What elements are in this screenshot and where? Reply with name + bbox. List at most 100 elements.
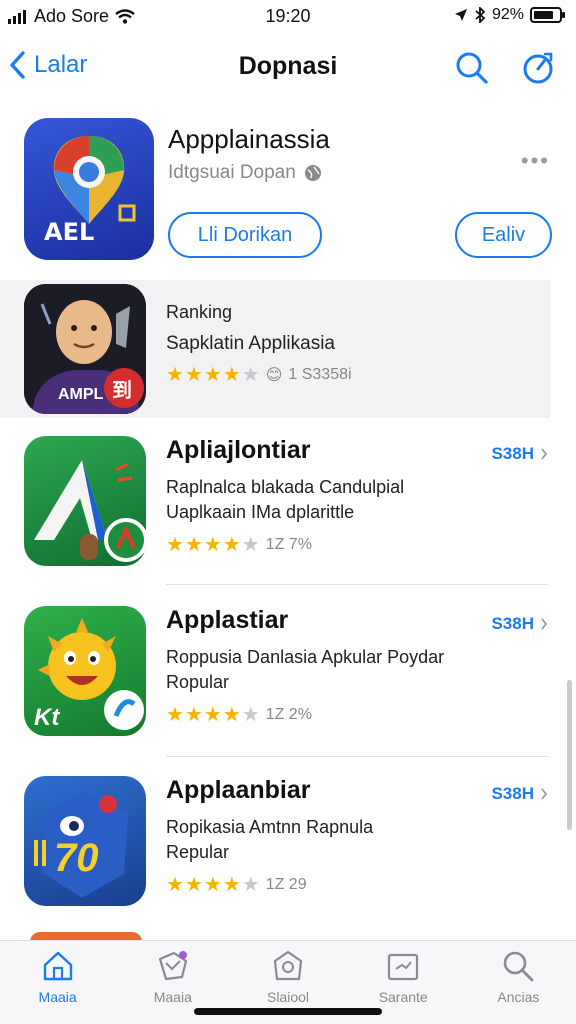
- app-desc-line1: Ropikasia Amtnn Rapnula: [166, 817, 374, 837]
- ranking-text: Ranking Sapklatin Applikasia ★ ★ ★ ★ ★ 😊 1 S…: [166, 302, 352, 385]
- home-indicator: [194, 1008, 382, 1015]
- get-button[interactable]: S38H: [491, 444, 548, 464]
- app-description: Ropikasia Amtnn Rapnula Repular: [166, 815, 373, 865]
- app-rating-text: 1Z 2%: [265, 706, 312, 723]
- star-rating: ★ ★ ★ ★ ★: [166, 535, 260, 555]
- ranking-icon-text: AMPL: [58, 386, 104, 403]
- star-empty-icon: ★: [241, 704, 260, 726]
- get-label: S38H: [491, 444, 534, 463]
- app-row[interactable]: Apliajlontiar Raplnalca blakada Candulpi…: [0, 432, 576, 585]
- app-desc-line2: Repular: [166, 842, 230, 862]
- ranking-rating-text: 1 S3358i: [288, 366, 352, 383]
- search-button[interactable]: [452, 48, 492, 88]
- row-divider: [166, 756, 548, 757]
- nav-bar: Lalar Dopnasi: [0, 40, 576, 96]
- app-rating: ★ ★ ★ ★ ★ 1Z 7%: [166, 535, 404, 555]
- star-filled-icon: ★: [184, 704, 203, 726]
- row-divider: [166, 584, 548, 585]
- nav-actions: [452, 48, 558, 88]
- star-filled-icon: ★: [184, 874, 203, 896]
- tab-label: Maaia: [153, 989, 192, 1005]
- app-row[interactable]: 70 Applaanbiar Ropikasia Amtnn Rapnula R…: [0, 772, 576, 922]
- status-right: 92%: [454, 6, 565, 24]
- ranking-label: Ranking: [166, 302, 233, 322]
- star-rating: ★ ★ ★ ★ ★: [166, 875, 260, 895]
- featured-app: AEL Appplainassia Idtgsuai Dopan ••• Lli…: [0, 112, 576, 272]
- tab-label: Slaiool: [266, 989, 310, 1005]
- tab-search[interactable]: Ancias: [461, 941, 576, 1024]
- app-row[interactable]: Kt Applastiar Roppusia Danlasia Apkular …: [0, 602, 576, 757]
- star-empty-icon: ★: [241, 364, 260, 386]
- ranking-subtitle: Sapklatin Applikasia: [166, 333, 335, 354]
- bluetooth-icon: [475, 7, 486, 23]
- app-name: Applastiar: [166, 606, 289, 634]
- star-filled-icon: ★: [222, 704, 241, 726]
- get-label: S38H: [491, 784, 534, 803]
- app-description: Roppusia Danlasia Apkular Poydar Ropular: [166, 645, 444, 695]
- app-name: Applaanbiar: [166, 776, 311, 804]
- star-filled-icon: ★: [166, 534, 184, 556]
- app-icon-3: 70: [24, 776, 146, 906]
- app-rating: ★ ★ ★ ★ ★ 1Z 29: [166, 875, 373, 895]
- arcade-icon: [388, 953, 419, 981]
- star-rating: ★ ★ ★ ★ ★: [166, 365, 260, 385]
- featured-app-subtitle: Idtgsuai Dopan: [168, 162, 322, 184]
- star-empty-icon: ★: [241, 874, 260, 896]
- chevron-right-icon: [541, 788, 548, 800]
- location-icon: [454, 9, 467, 21]
- chevron-right-icon: [541, 618, 548, 630]
- featured-primary-button[interactable]: Lli Dorikan: [168, 212, 322, 258]
- tab-home[interactable]: Maaia: [0, 941, 115, 1024]
- updates-button[interactable]: [518, 48, 558, 88]
- featured-icon-text: AEL: [44, 218, 95, 246]
- ranking-app-icon: AMPL 到: [24, 284, 146, 414]
- featured-app-icon[interactable]: AEL: [24, 118, 154, 260]
- star-filled-icon: ★: [203, 534, 222, 556]
- app-icon-2: Kt: [24, 606, 146, 736]
- ranking-rating: ★ ★ ★ ★ ★ 😊 1 S3358i: [166, 365, 352, 385]
- get-button[interactable]: S38H: [491, 784, 548, 804]
- star-filled-icon: ★: [166, 364, 184, 386]
- star-filled-icon: ★: [203, 364, 222, 386]
- star-filled-icon: ★: [222, 874, 241, 896]
- apps-icon: [158, 951, 187, 981]
- star-filled-icon: ★: [184, 364, 203, 386]
- chevron-right-icon: [541, 448, 548, 460]
- app-rating: ★ ★ ★ ★ ★ 1Z 2%: [166, 705, 444, 725]
- star-filled-icon: ★: [184, 534, 203, 556]
- home-icon: [43, 951, 72, 981]
- timer-icon: [523, 52, 553, 84]
- star-filled-icon: ★: [166, 704, 184, 726]
- get-button[interactable]: S38H: [491, 614, 548, 634]
- app-text-2: Applastiar Roppusia Danlasia Apkular Poy…: [166, 606, 444, 725]
- games-icon: [273, 950, 303, 981]
- app-description: Raplnalca blakada Candulpial Uaplkaain I…: [166, 475, 404, 525]
- app-rating-text: 1Z 29: [265, 876, 307, 893]
- more-options-button[interactable]: •••: [521, 148, 550, 174]
- app-desc-line1: Roppusia Danlasia Apkular Poydar: [166, 647, 445, 667]
- app-icon-3-text: 70: [54, 836, 99, 880]
- get-label: S38H: [491, 614, 534, 633]
- app-desc-line1: Raplnalca blakada Candulpial: [166, 477, 405, 497]
- featured-get-button[interactable]: Ealiv: [455, 212, 552, 258]
- featured-app-title: Appplainassia: [168, 124, 330, 154]
- search-icon: [504, 951, 534, 982]
- star-filled-icon: ★: [222, 534, 241, 556]
- tab-label: Sarante: [378, 989, 428, 1005]
- ranking-row[interactable]: AMPL 到 Ranking Sapklatin Applikasia ★ ★ ★ ★…: [0, 280, 550, 418]
- star-filled-icon: ★: [222, 364, 241, 386]
- star-empty-icon: ★: [241, 534, 260, 556]
- app-text-1: Apliajlontiar Raplnalca blakada Candulpi…: [166, 436, 404, 555]
- tab-label: Maaia: [38, 989, 77, 1005]
- search-icon: [456, 52, 488, 84]
- tab-label: Ancias: [497, 989, 540, 1005]
- battery-percent: 92%: [491, 6, 524, 23]
- app-desc-line2: Ropular: [166, 672, 230, 692]
- globe-icon: [304, 165, 321, 181]
- app-name: Apliajlontiar: [166, 436, 311, 464]
- app-rating-text: 1Z 7%: [265, 536, 312, 553]
- scrollbar[interactable]: [567, 680, 572, 830]
- ranking-icon-badge: 到: [112, 378, 132, 402]
- featured-subtitle-text: Idtgsuai Dopan: [168, 162, 296, 183]
- status-bar: Ado Sore 19:20 92%: [0, 0, 576, 34]
